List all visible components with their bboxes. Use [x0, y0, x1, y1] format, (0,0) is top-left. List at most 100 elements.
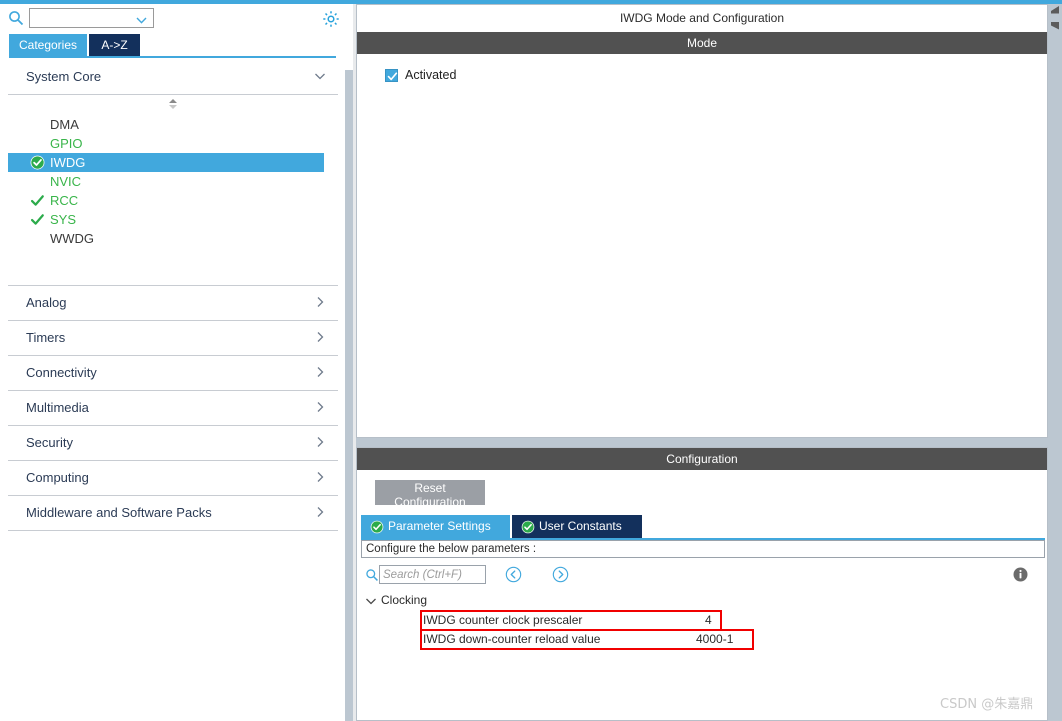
- list-item[interactable]: GPIO: [8, 134, 324, 153]
- check-circle-icon: [521, 519, 535, 534]
- tab-categories-label: Categories: [18, 38, 78, 52]
- left-panel: Categories A->Z System Core DMA GPIO IWD…: [0, 4, 345, 721]
- peripheral-search-combobox[interactable]: [29, 8, 154, 28]
- chevron-right-icon: [314, 296, 326, 308]
- parameter-search-row: [357, 564, 1047, 588]
- peripheral-label: GPIO: [50, 136, 83, 151]
- peripheral-list-panel: DMA GPIO IWDG NVIC RCC SYS WWDG: [8, 95, 338, 286]
- activated-label: Activated: [405, 68, 457, 82]
- list-item[interactable]: WWDG: [8, 229, 324, 248]
- peripheral-label: NVIC: [50, 174, 82, 189]
- left-tab-strip: Categories A->Z: [0, 34, 345, 56]
- chevron-right-icon: [314, 401, 326, 413]
- sidebar-item-computing[interactable]: Computing: [8, 461, 338, 496]
- tab-a-to-z[interactable]: A->Z: [89, 34, 140, 56]
- check-icon: [30, 212, 45, 227]
- peripheral-label: RCC: [50, 193, 79, 208]
- sidebar-item-label: Connectivity: [26, 365, 97, 380]
- check-icon: [387, 71, 398, 82]
- parameter-tree: Clocking IWDG counter clock prescaler 4 …: [357, 592, 1047, 650]
- configuration-card: Configuration Reset Configuration Parame…: [356, 447, 1048, 721]
- list-item[interactable]: DMA: [8, 115, 324, 134]
- left-panel-scrollbar[interactable]: [345, 4, 353, 721]
- sidebar-item-multimedia[interactable]: Multimedia: [8, 391, 338, 426]
- mode-card: IWDG Mode and Configuration Mode Activat…: [356, 4, 1048, 438]
- category-accordion: System Core DMA GPIO IWDG NVIC RCC SYS W…: [8, 60, 338, 531]
- sidebar-item-middleware[interactable]: Middleware and Software Packs: [8, 496, 338, 531]
- chevron-right-icon: [314, 471, 326, 483]
- scrollbar-thumb[interactable]: [345, 4, 353, 70]
- parameter-group-clocking[interactable]: Clocking: [357, 592, 1047, 611]
- tab-parameter-settings[interactable]: Parameter Settings: [361, 515, 510, 538]
- sidebar-item-analog[interactable]: Analog: [8, 286, 338, 321]
- sidebar-item-system-core[interactable]: System Core: [8, 60, 338, 95]
- table-row-prescaler[interactable]: IWDG counter clock prescaler 4: [357, 610, 1047, 631]
- list-item-iwdg[interactable]: IWDG: [8, 153, 324, 172]
- mode-section-header: Mode: [357, 32, 1047, 54]
- arrow-left-circle-icon[interactable]: [505, 566, 522, 583]
- left-tabs-underline: [9, 56, 336, 58]
- parameter-value: 4000-1: [696, 632, 734, 646]
- check-circle-icon: [370, 519, 384, 534]
- parameter-group-label: Clocking: [381, 593, 428, 607]
- chevron-down-icon: [314, 70, 326, 82]
- activated-checkbox[interactable]: [385, 69, 398, 82]
- sidebar-item-connectivity[interactable]: Connectivity: [8, 356, 338, 391]
- page-title: IWDG Mode and Configuration: [619, 11, 785, 25]
- watermark: CSDN @朱嘉鼎: [940, 697, 1034, 712]
- sidebar-item-label: Middleware and Software Packs: [26, 505, 212, 520]
- reset-configuration-button[interactable]: Reset Configuration: [375, 480, 485, 509]
- table-row-reload-value[interactable]: IWDG down-counter reload value 4000-1: [357, 629, 1047, 650]
- configuration-section-header: Configuration: [357, 448, 1047, 470]
- sidebar-item-label: Analog: [26, 295, 67, 310]
- list-item[interactable]: NVIC: [8, 172, 324, 191]
- tab-categories[interactable]: Categories: [9, 34, 87, 56]
- tab-parameter-settings-label: Parameter Settings: [388, 519, 491, 533]
- search-input[interactable]: [379, 565, 486, 584]
- sidebar-item-label: Timers: [26, 330, 66, 345]
- parameter-name: IWDG counter clock prescaler: [423, 613, 583, 627]
- cubemx-window: Categories A->Z System Core DMA GPIO IWD…: [0, 0, 1062, 721]
- peripheral-list: DMA GPIO IWDG NVIC RCC SYS WWDG: [8, 115, 324, 248]
- peripheral-label: DMA: [50, 117, 79, 132]
- configure-parameters-text: Configure the below parameters :: [366, 543, 537, 555]
- tab-a-to-z-label: A->Z: [101, 38, 128, 52]
- info-icon[interactable]: [1012, 566, 1029, 583]
- chevron-right-icon: [314, 366, 326, 378]
- scroll-up-icon[interactable]: [1049, 5, 1061, 17]
- list-item[interactable]: SYS: [8, 210, 324, 229]
- scroll-down-icon[interactable]: [1049, 19, 1061, 31]
- search-icon: [365, 568, 379, 582]
- sidebar-item-security[interactable]: Security: [8, 426, 338, 461]
- search-icon: [8, 10, 24, 26]
- tab-user-constants[interactable]: User Constants: [512, 515, 642, 538]
- scrollbar-corner: [1048, 708, 1062, 721]
- sidebar-item-label: System Core: [26, 69, 102, 84]
- right-panel-scrollbar[interactable]: [1048, 4, 1062, 721]
- sidebar-item-label: Computing: [26, 470, 89, 485]
- gear-icon[interactable]: [322, 10, 340, 28]
- chevron-right-icon: [314, 331, 326, 343]
- parameter-name: IWDG down-counter reload value: [423, 632, 601, 646]
- sidebar-item-label: Multimedia: [26, 400, 89, 415]
- chevron-right-icon: [314, 506, 326, 518]
- chevron-down-icon: [365, 596, 377, 607]
- sidebar-item-timers[interactable]: Timers: [8, 321, 338, 356]
- peripheral-label: IWDG: [50, 155, 86, 170]
- chevron-right-icon: [314, 436, 326, 448]
- configure-parameters-banner: Configure the below parameters :: [361, 540, 1045, 558]
- right-panel: IWDG Mode and Configuration Mode Activat…: [356, 4, 1048, 721]
- parameter-value: 4: [705, 613, 712, 627]
- check-icon: [30, 193, 45, 208]
- peripheral-label: WWDG: [50, 231, 95, 246]
- sidebar-item-label: Security: [26, 435, 73, 450]
- scroll-spinner-icon[interactable]: [166, 97, 180, 111]
- list-item[interactable]: RCC: [8, 191, 324, 210]
- configuration-tab-strip: Parameter Settings User Constants: [357, 515, 1047, 538]
- peripheral-search-row: [0, 4, 345, 32]
- peripheral-label: SYS: [50, 212, 77, 227]
- chevron-down-icon: [136, 14, 147, 24]
- arrow-right-circle-icon[interactable]: [552, 566, 569, 583]
- tab-user-constants-label: User Constants: [539, 519, 622, 533]
- check-circle-icon: [30, 155, 45, 170]
